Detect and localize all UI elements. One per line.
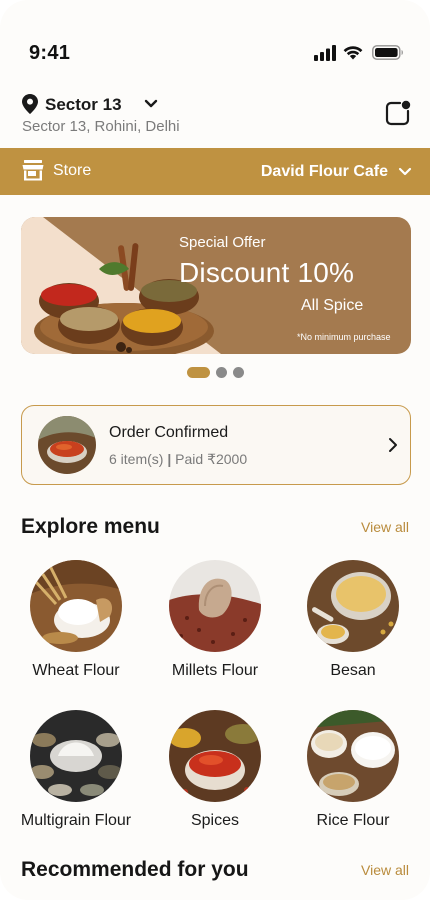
- order-items: 6 item(s): [109, 451, 164, 467]
- category-label: Besan: [330, 662, 376, 679]
- order-paid: Paid ₹2000: [175, 451, 248, 467]
- rice-flour-image: [307, 710, 399, 802]
- app-screen: 9:41 Sector 13 Sector 13, Rohini, Delhi: [0, 0, 430, 900]
- chevron-right-icon: [389, 438, 397, 452]
- recommended-view-all-link[interactable]: View all: [361, 862, 409, 878]
- wheat-flour-image: [30, 560, 122, 652]
- banner-title: Special Offer: [179, 234, 266, 251]
- carousel-dot-active[interactable]: [187, 366, 210, 378]
- category-wheat-flour[interactable]: Wheat Flour: [8, 560, 144, 700]
- carousel-indicator: [187, 366, 244, 378]
- multigrain-flour-image: [30, 710, 122, 802]
- wifi-icon: [343, 46, 363, 60]
- store-icon: [22, 160, 44, 181]
- location-pin-icon: [22, 94, 38, 114]
- banner-subtitle: All Spice: [301, 297, 364, 314]
- category-spices[interactable]: Spices: [147, 710, 283, 850]
- order-separator: |: [167, 451, 172, 467]
- notification-icon[interactable]: [385, 100, 411, 126]
- category-label: Rice Flour: [316, 812, 390, 829]
- chevron-down-icon: [144, 99, 158, 108]
- order-status-card[interactable]: Order Confirmed 6 item(s) | Paid ₹2000: [21, 405, 411, 485]
- besan-image: [307, 560, 399, 652]
- order-title: Order Confirmed: [109, 424, 229, 441]
- explore-view-all-link[interactable]: View all: [361, 519, 409, 535]
- status-bar: 9:41: [0, 0, 430, 64]
- location-address: Sector 13, Rohini, Delhi: [22, 118, 180, 135]
- location-selector[interactable]: Sector 13 Sector 13, Rohini, Delhi: [22, 92, 322, 136]
- store-bar: Store David Flour Cafe: [0, 148, 430, 195]
- category-besan[interactable]: Besan: [285, 560, 421, 700]
- millets-flour-image: [169, 560, 261, 652]
- order-meta: 6 item(s) | Paid ₹2000: [109, 451, 247, 468]
- status-time: 9:41: [29, 42, 71, 64]
- order-thumbnail: [38, 416, 96, 474]
- explore-menu-title: Explore menu: [21, 515, 160, 538]
- battery-icon: [372, 45, 403, 60]
- carousel-dot[interactable]: [233, 366, 244, 378]
- carousel-dot[interactable]: [216, 366, 227, 378]
- store-label: Store: [53, 162, 92, 179]
- store-selector[interactable]: David Flour Cafe: [261, 161, 412, 183]
- recommended-title: Recommended for you: [21, 858, 249, 881]
- spices-image: [169, 710, 261, 802]
- chevron-down-icon: [398, 167, 412, 176]
- banner-note: *No minimum purchase: [297, 332, 391, 342]
- category-label: Spices: [190, 812, 240, 829]
- category-multigrain-flour[interactable]: Multigrain Flour: [8, 710, 144, 850]
- category-rice-flour[interactable]: Rice Flour: [285, 710, 421, 850]
- offer-banner[interactable]: Special Offer Discount 10% All Spice *No…: [21, 217, 411, 354]
- cellular-signal-icon: [314, 45, 336, 61]
- category-label: Wheat Flour: [32, 662, 120, 679]
- category-label: Multigrain Flour: [20, 812, 132, 829]
- store-name: David Flour Cafe: [260, 163, 388, 180]
- banner-headline: Discount 10%: [179, 257, 355, 288]
- category-millets-flour[interactable]: Millets Flour: [147, 560, 283, 700]
- location-name: Sector 13: [45, 95, 122, 114]
- category-label: Millets Flour: [171, 662, 259, 679]
